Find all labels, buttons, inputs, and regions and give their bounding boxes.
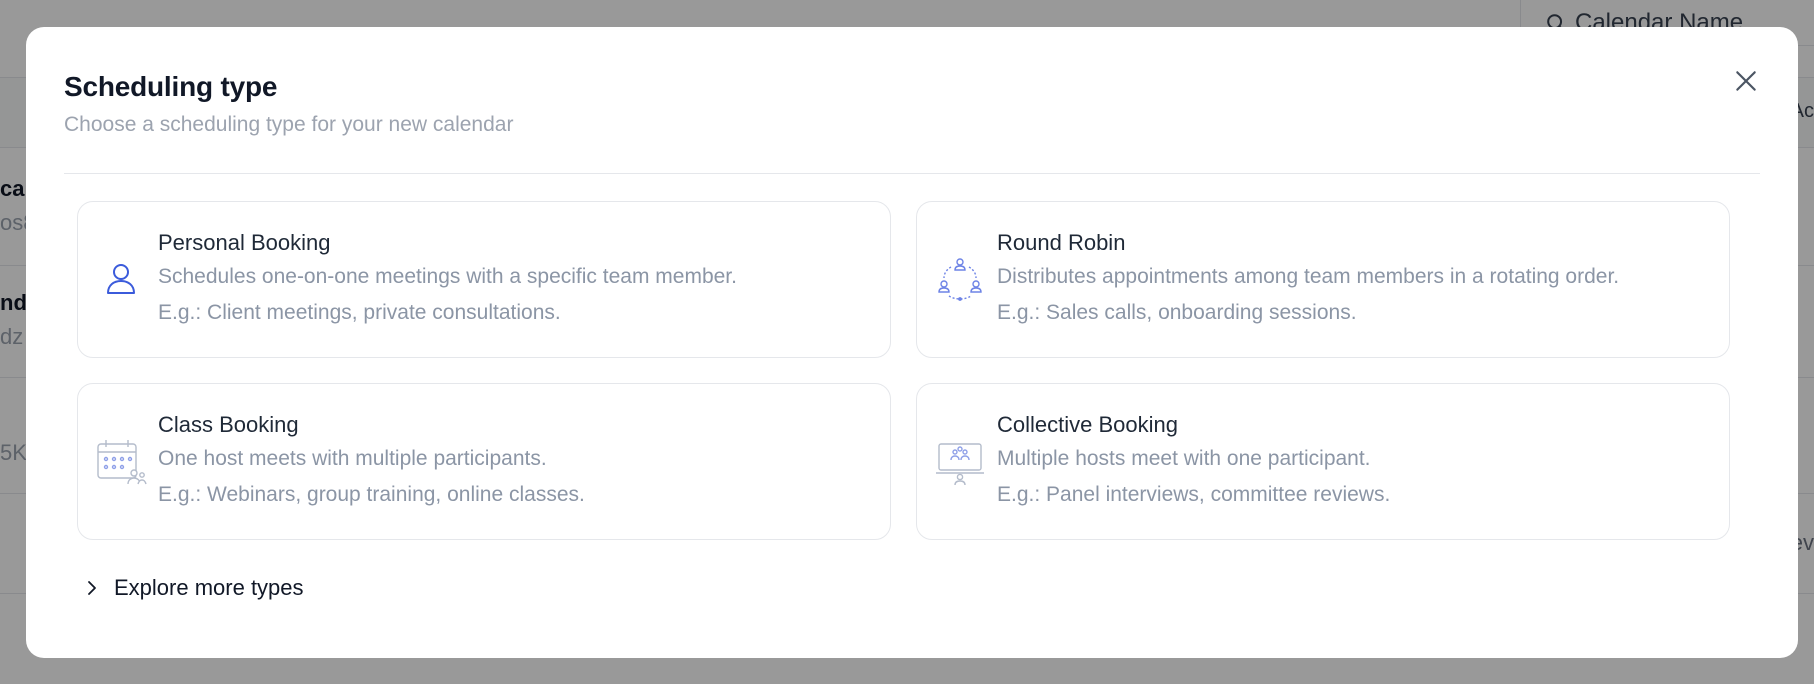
card-example: E.g.: Sales calls, onboarding sessions.: [997, 301, 1357, 324]
card-title: Class Booking: [158, 412, 299, 437]
close-icon: [1736, 71, 1756, 91]
card-description: Distributes appointments among team memb…: [997, 265, 1620, 288]
header-divider: [64, 173, 1760, 174]
card-example: E.g.: Webinars, group training, online c…: [158, 483, 585, 506]
modal-subtitle: Choose a scheduling type for your new ca…: [64, 113, 514, 136]
close-button[interactable]: [1728, 63, 1764, 99]
modal-title: Scheduling type: [64, 71, 278, 102]
person-icon: [94, 253, 148, 307]
card-description: Schedules one-on-one meetings with a spe…: [158, 265, 737, 288]
card-personal-booking[interactable]: Personal Booking Schedules one-on-one me…: [77, 201, 891, 358]
card-round-robin[interactable]: Round Robin Distributes appointments amo…: [916, 201, 1730, 358]
card-collective-booking[interactable]: Collective Booking Multiple hosts meet w…: [916, 383, 1730, 540]
card-title: Personal Booking: [158, 230, 331, 255]
round-robin-icon: [933, 253, 987, 307]
card-example: E.g.: Panel interviews, committee review…: [997, 483, 1391, 506]
chevron-right-icon: [88, 581, 96, 595]
card-description: One host meets with multiple participant…: [158, 447, 547, 470]
explore-more-types-label: Explore more types: [114, 575, 304, 600]
class-calendar-icon: [94, 435, 148, 489]
scheduling-type-modal: Scheduling type Choose a scheduling type…: [26, 27, 1798, 658]
card-description: Multiple hosts meet with one participant…: [997, 447, 1371, 470]
card-title: Collective Booking: [997, 412, 1178, 437]
card-example: E.g.: Client meetings, private consultat…: [158, 301, 561, 324]
collective-screen-icon: [933, 435, 987, 489]
card-title: Round Robin: [997, 230, 1126, 255]
card-class-booking[interactable]: Class Booking One host meets with multip…: [77, 383, 891, 540]
explore-more-types-toggle[interactable]: Explore more types: [82, 575, 304, 601]
